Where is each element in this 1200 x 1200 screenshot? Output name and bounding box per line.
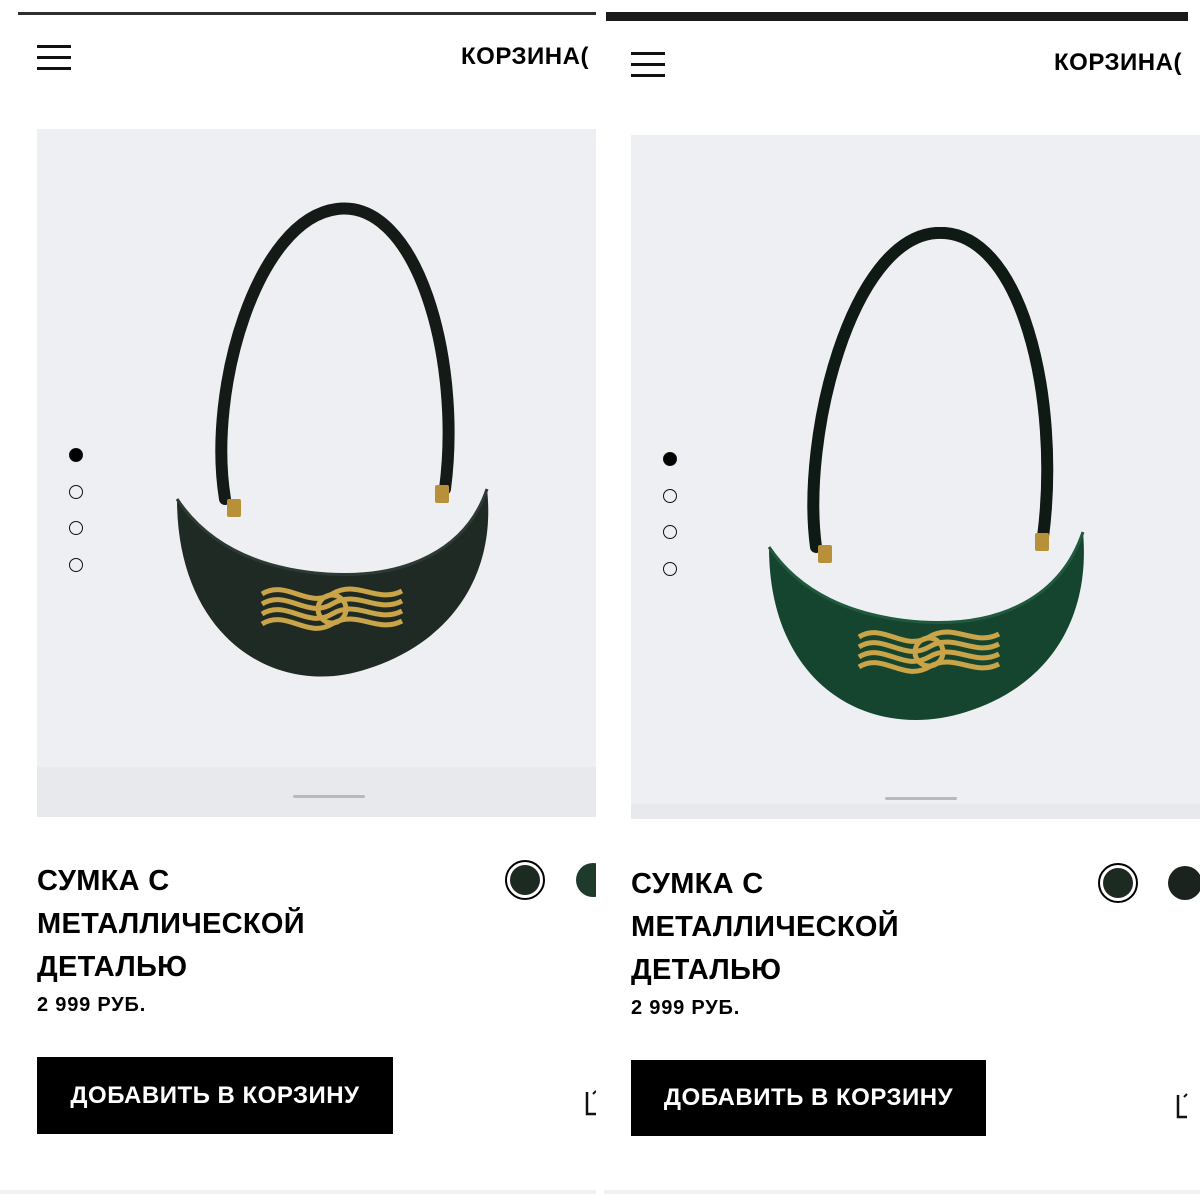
product-title: СУМКА С МЕТАЛЛИЧЕСКОЙ ДЕТАЛЬЮ	[37, 865, 305, 983]
product-price: 2 999 РУБ.	[37, 994, 147, 1016]
gallery-dot-2[interactable]	[663, 488, 677, 503]
hamburger-menu-icon[interactable]	[37, 45, 71, 71]
handbag-image	[767, 227, 1085, 720]
bottom-divider	[604, 1190, 1200, 1194]
color-swatch[interactable]	[1168, 866, 1200, 900]
cart-link[interactable]: КОРЗИНА(	[1054, 49, 1182, 77]
add-to-cart-button[interactable]: ДОБАВИТЬ В КОРЗИНУ	[37, 1057, 393, 1134]
image-scroll-indicator	[293, 795, 365, 798]
bottom-divider	[0, 1190, 596, 1194]
hamburger-menu-icon[interactable]	[631, 52, 665, 78]
color-swatch-selected[interactable]	[505, 860, 545, 900]
image-scroll-indicator	[885, 797, 957, 800]
handbag-image	[175, 202, 489, 677]
gallery-pagination	[69, 448, 85, 594]
gallery-dot-2[interactable]	[69, 484, 83, 499]
product-price: 2 999 РУБ.	[631, 997, 741, 1019]
gallery-dot-1[interactable]	[69, 448, 83, 462]
gallery-pagination	[663, 452, 679, 598]
photo-floor	[37, 767, 596, 817]
photo-floor	[631, 804, 1200, 819]
product-screen-right: КОРЗИНА( СУМКА С МЕТАЛЛИЧЕСКОЙ ДЕТАЛЬЮ 2…	[604, 0, 1200, 1200]
status-bar-line	[18, 12, 596, 15]
product-title: СУМКА С МЕТАЛЛИЧЕСКОЙ ДЕТАЛЬЮ	[631, 868, 899, 986]
size-guide-icon[interactable]	[1174, 1093, 1188, 1123]
gallery-dot-1[interactable]	[663, 452, 677, 466]
gallery-dot-3[interactable]	[663, 525, 677, 539]
cart-link[interactable]: КОРЗИНА(	[461, 43, 589, 71]
add-to-cart-button[interactable]: ДОБАВИТЬ В КОРЗИНУ	[631, 1060, 986, 1136]
product-screen-left: КОРЗИНА( СУМКА С МЕТАЛЛИЧЕСКОЙ ДЕТАЛЬЮ 2…	[0, 0, 596, 1200]
size-guide-icon[interactable]	[583, 1090, 596, 1120]
gallery-dot-3[interactable]	[69, 521, 83, 535]
gallery-dot-4[interactable]	[663, 561, 677, 576]
color-swatch[interactable]	[576, 863, 596, 897]
color-swatch-selected[interactable]	[1098, 863, 1138, 903]
status-bar-line	[606, 12, 1188, 21]
gallery-dot-4[interactable]	[69, 557, 83, 572]
product-photo[interactable]	[37, 129, 596, 817]
product-photo[interactable]	[631, 135, 1200, 819]
collage-gutter	[596, 0, 604, 1200]
